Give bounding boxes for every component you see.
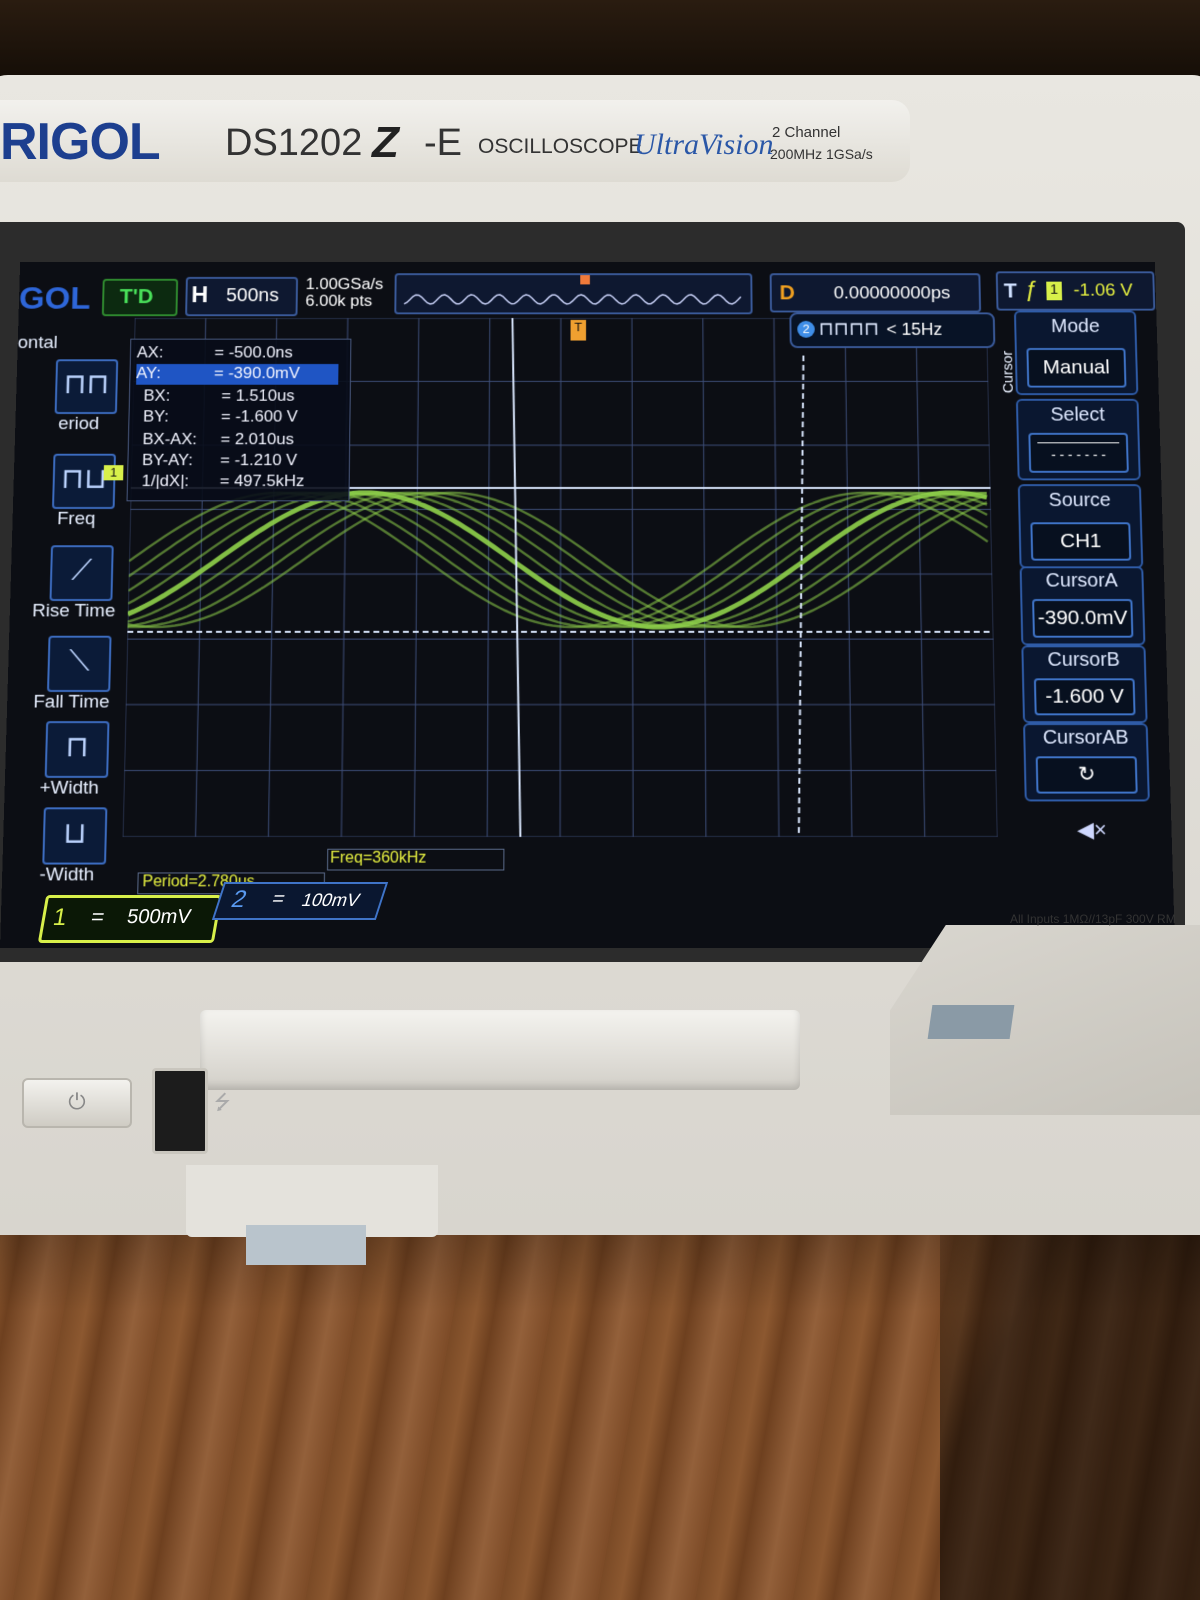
power-icon: ⏻ [68,1089,86,1114]
persistence-trace [127,493,989,627]
period-icon: ⊓⊓ [54,359,119,414]
ch2-frequency-counter: 2 ⊓⊓⊓⊓ < 15Hz [789,312,996,349]
delay-value: 0.00000000ps [833,283,951,304]
brand-logo: RIGOL [0,113,161,171]
positive-width-icon: ⊓ [44,721,110,778]
mute-icon[interactable]: ◀× [1077,817,1107,843]
grid-vertical-line [987,318,998,837]
cursor-a-button[interactable]: CursorA -390.0mV [1019,566,1146,646]
trigger-level: -1.06 V [1073,280,1134,301]
falling-edge-icon: ƒ [1024,276,1039,303]
ch2-badge-small: 2 [797,320,815,338]
source-button[interactable]: Source CH1 [1017,484,1144,569]
device-type: OSCILLOSCOPE [478,135,643,158]
ch2-frequency-text: < 15Hz [886,319,943,339]
ch1-offset-marker: 1 [103,465,124,481]
timebase-box[interactable]: H 500ns [185,276,299,317]
cursor-ab-button[interactable]: CursorAB ↻ [1023,723,1150,802]
grid-vertical-line [487,318,490,837]
readout-ay: AY: = -390.0mV [136,364,339,385]
grid-vertical-line [632,318,633,837]
input-panel-label-bar [927,1005,1015,1039]
trigger-status-badge: T'D [101,278,179,317]
memory-depth: 6.00k pts [305,291,373,310]
left-menu-header: ontal [17,333,58,353]
ch1-trace [127,493,989,627]
delay-label: D [779,280,795,305]
persistence-trace [127,493,989,627]
stand-foot-base [246,1225,366,1265]
persistence-trace [127,493,989,627]
frequency-icon: ⊓⊔ [52,453,116,509]
rotate-knob-icon: ↻ [1035,756,1138,794]
usb-port[interactable] [152,1068,208,1154]
select-lines-icon: —————— - - - - - - - [1028,432,1129,473]
persistence-trace [127,493,989,627]
trigger-box[interactable]: T ƒ 1 -1.06 V [995,271,1156,311]
cursor-readout: AX: = -500.0ns AY: = -390.0mV BX: = 1.510us… [126,338,352,502]
grid-vertical-line [916,318,925,837]
ch1-scale-badge[interactable]: 1 = 500mV [37,895,223,943]
trigger-channel-badge: 1 [1046,281,1063,301]
select-button[interactable]: Select —————— - - - - - - - [1015,398,1141,481]
mode-value: Manual [1026,348,1127,388]
trigger-position-icon: T [570,319,587,341]
grid-vertical-line [414,318,419,837]
spec-channels: 2 Channel [772,124,841,141]
cursor-b-button[interactable]: CursorB -1.600 V [1021,645,1148,724]
mode-button[interactable]: Mode Manual [1013,310,1139,396]
persistence-trace [127,493,989,627]
rise-time-icon: ⟋ [49,545,114,601]
screen-logo: GOL [18,280,91,317]
freq-measurement: Freq=360kHz [327,848,505,871]
trigger-position-marker [580,275,590,285]
persistence-trace [127,493,989,627]
timebase-value: 500ns [225,285,280,306]
model-z-mark: Z [372,118,399,167]
front-panel-slot [200,1010,800,1090]
cursor-b-value: -1.600 V [1033,678,1136,716]
ch2-scale-badge[interactable]: 2 = 100mV [211,882,389,920]
delay-box[interactable]: D 0.00000000ps [769,273,982,313]
cursor-a-value: -390.0mV [1032,599,1134,638]
cursor-a-vertical [510,318,522,837]
input-rating-note: All Inputs 1MΩ//13pF 300V RM [1010,912,1176,926]
horizontal-label: H [191,282,209,308]
power-button[interactable]: ⏻ [22,1078,132,1128]
grid-vertical-line [703,318,706,837]
trigger-label: T [1003,278,1018,303]
model-number: DS1202 [225,122,363,164]
square-wave-icon: ⊓⊓⊓⊓ [818,318,880,340]
persistence-trace [127,493,989,627]
series-logo: UltraVision [634,128,774,161]
source-value: CH1 [1030,522,1132,561]
overview-trace [396,275,750,312]
fall-time-icon: ⟍ [47,635,112,692]
usb-icon: ⭍ [214,1092,231,1114]
waveform-overview[interactable] [394,273,753,315]
display-screen: GOL T'D H 500ns 1.00GSa/s 6.00k pts D 0.… [0,262,1175,948]
spec-bandwidth: 200MHz 1GSa/s [770,146,873,162]
negative-width-icon: ⊔ [42,807,108,865]
persistence-trace [127,493,989,627]
model-suffix: -E [424,122,462,164]
persistence-trace [127,493,989,627]
